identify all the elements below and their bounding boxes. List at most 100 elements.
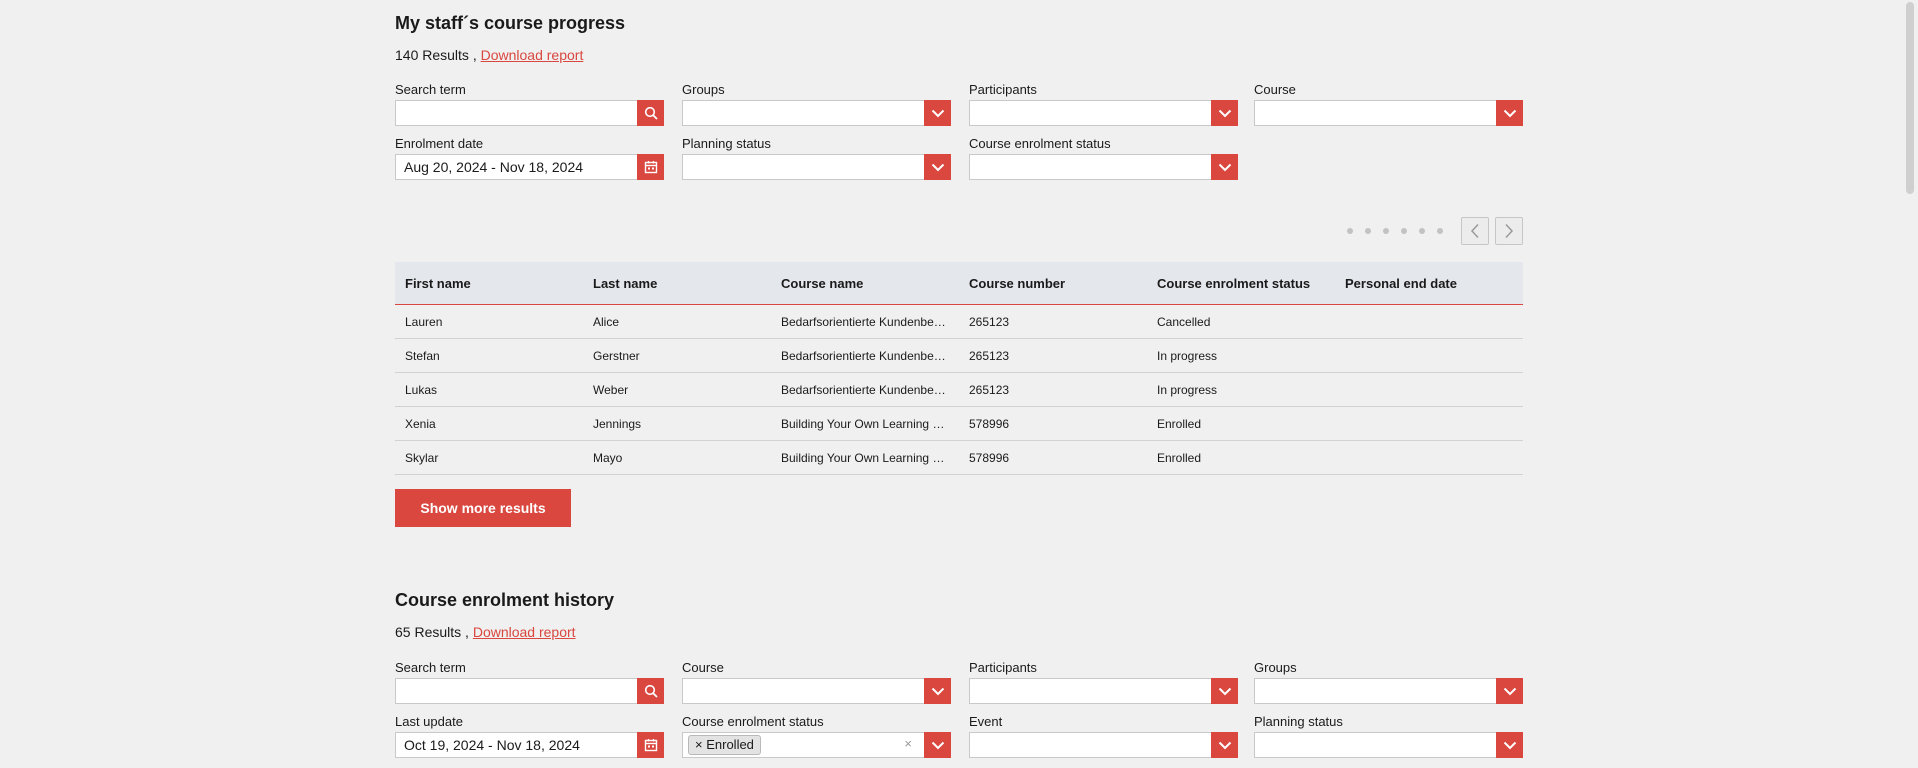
last-update-input[interactable]: Oct 19, 2024 - Nov 18, 2024 bbox=[395, 732, 664, 758]
event-label: Event bbox=[969, 714, 1003, 729]
chevron-down-icon bbox=[931, 109, 944, 117]
enrolment-date-input[interactable]: Aug 20, 2024 - Nov 18, 2024 bbox=[395, 154, 664, 180]
cell-course-number: 265123 bbox=[959, 338, 1147, 373]
page-dot[interactable] bbox=[1383, 228, 1389, 234]
column-header-course-enrolment-status[interactable]: Course enrolment status bbox=[1147, 262, 1335, 305]
calendar-button[interactable] bbox=[637, 732, 664, 758]
history-groups-select[interactable] bbox=[1254, 678, 1523, 704]
cell-enrolment-status: Cancelled bbox=[1147, 304, 1335, 339]
participants-dropdown-button[interactable] bbox=[1211, 100, 1238, 126]
cell-course-name: Building Your Own Learning Culture bbox=[771, 440, 959, 475]
page-dot[interactable] bbox=[1419, 228, 1425, 234]
chevron-left-icon bbox=[1470, 223, 1479, 239]
course-enrolment-status-dropdown-button[interactable] bbox=[1211, 154, 1238, 180]
history-participants-field: Participants bbox=[969, 660, 1238, 704]
page-dot[interactable] bbox=[1365, 228, 1371, 234]
chip-remove-icon[interactable]: × bbox=[695, 737, 703, 752]
chip-label: Enrolled bbox=[706, 737, 754, 752]
pagination bbox=[1347, 216, 1523, 246]
cell-first-name: Stefan bbox=[395, 338, 583, 373]
search-term-label: Search term bbox=[395, 660, 466, 675]
progress-course-select[interactable] bbox=[1254, 100, 1523, 126]
course-dropdown-button[interactable] bbox=[1496, 100, 1523, 126]
history-course-enrolment-status-select[interactable]: × Enrolled × bbox=[682, 732, 951, 758]
progress-planning-status-select[interactable] bbox=[682, 154, 951, 180]
history-download-report-link[interactable]: Download report bbox=[473, 624, 576, 640]
progress-search-input[interactable] bbox=[395, 100, 664, 126]
history-participants-select[interactable] bbox=[969, 678, 1238, 704]
planning-status-label: Planning status bbox=[682, 136, 771, 151]
table-row[interactable]: Stefan Gerstner Bedarfsorientierte Kunde… bbox=[395, 338, 1523, 373]
history-course-enrolment-status-field: Course enrolment status × Enrolled × bbox=[682, 714, 951, 758]
page-dot[interactable] bbox=[1347, 228, 1353, 234]
groups-dropdown-button[interactable] bbox=[1496, 678, 1523, 704]
search-button[interactable] bbox=[637, 678, 664, 704]
table-row[interactable]: Lukas Weber Bedarfsorientierte Kundenber… bbox=[395, 372, 1523, 407]
cell-first-name: Lukas bbox=[395, 372, 583, 407]
planning-status-dropdown-button[interactable] bbox=[1496, 732, 1523, 758]
planning-status-dropdown-button[interactable] bbox=[924, 154, 951, 180]
last-update-value: Oct 19, 2024 - Nov 18, 2024 bbox=[404, 737, 580, 753]
progress-course-field: Course bbox=[1254, 82, 1523, 126]
course-label: Course bbox=[1254, 82, 1296, 97]
event-dropdown-button[interactable] bbox=[1211, 732, 1238, 758]
participants-label: Participants bbox=[969, 660, 1037, 675]
cell-course-name: Bedarfsorientierte Kundenberatung bbox=[771, 372, 959, 407]
history-section-title: Course enrolment history bbox=[395, 590, 615, 610]
chevron-down-icon bbox=[931, 687, 944, 695]
enrolment-date-value: Aug 20, 2024 - Nov 18, 2024 bbox=[404, 159, 584, 175]
scrollbar-thumb[interactable] bbox=[1906, 2, 1914, 194]
chevron-down-icon bbox=[1503, 741, 1516, 749]
cell-course-name: Building Your Own Learning Culture bbox=[771, 406, 959, 441]
course-label: Course bbox=[682, 660, 724, 675]
clear-selection-icon[interactable]: × bbox=[904, 736, 912, 751]
history-results-count: 65 Results , bbox=[395, 624, 469, 640]
history-course-select[interactable] bbox=[682, 678, 951, 704]
history-results-summary: 65 Results , Download report bbox=[395, 624, 576, 640]
search-term-label: Search term bbox=[395, 82, 466, 97]
cell-enrolment-status: Enrolled bbox=[1147, 440, 1335, 475]
course-enrolment-status-label: Course enrolment status bbox=[969, 136, 1111, 151]
column-header-last-name[interactable]: Last name bbox=[583, 262, 771, 305]
course-enrolment-status-dropdown-button[interactable] bbox=[924, 732, 951, 758]
table-row[interactable]: Lauren Alice Bedarfsorientierte Kundenbe… bbox=[395, 304, 1523, 339]
chevron-down-icon bbox=[1218, 109, 1231, 117]
history-search-input[interactable] bbox=[395, 678, 664, 704]
calendar-button[interactable] bbox=[637, 154, 664, 180]
cell-course-number: 578996 bbox=[959, 440, 1147, 475]
cell-last-name: Gerstner bbox=[583, 338, 771, 373]
course-dropdown-button[interactable] bbox=[924, 678, 951, 704]
progress-course-enrolment-status-select[interactable] bbox=[969, 154, 1238, 180]
progress-groups-field: Groups bbox=[682, 82, 951, 126]
chevron-down-icon bbox=[1503, 109, 1516, 117]
column-header-course-name[interactable]: Course name bbox=[771, 262, 959, 305]
participants-dropdown-button[interactable] bbox=[1211, 678, 1238, 704]
search-button[interactable] bbox=[637, 100, 664, 126]
groups-dropdown-button[interactable] bbox=[924, 100, 951, 126]
table-row[interactable]: Xenia Jennings Building Your Own Learnin… bbox=[395, 406, 1523, 441]
progress-download-report-link[interactable]: Download report bbox=[481, 47, 584, 63]
prev-page-button[interactable] bbox=[1461, 217, 1489, 245]
page-dot[interactable] bbox=[1401, 228, 1407, 234]
progress-participants-select[interactable] bbox=[969, 100, 1238, 126]
table-row[interactable]: Skylar Mayo Building Your Own Learning C… bbox=[395, 440, 1523, 475]
cell-last-name: Jennings bbox=[583, 406, 771, 441]
history-planning-status-select[interactable] bbox=[1254, 732, 1523, 758]
progress-groups-select[interactable] bbox=[682, 100, 951, 126]
column-header-course-number[interactable]: Course number bbox=[959, 262, 1147, 305]
participants-label: Participants bbox=[969, 82, 1037, 97]
search-icon bbox=[644, 106, 658, 120]
cell-enrolment-status: In progress bbox=[1147, 338, 1335, 373]
column-header-first-name[interactable]: First name bbox=[395, 262, 583, 305]
history-event-select[interactable] bbox=[969, 732, 1238, 758]
progress-course-enrolment-status-field: Course enrolment status bbox=[969, 136, 1238, 180]
column-header-personal-end-date[interactable]: Personal end date bbox=[1335, 262, 1523, 305]
chevron-right-icon bbox=[1505, 223, 1514, 239]
vertical-scrollbar[interactable] bbox=[1901, 0, 1918, 768]
page-dot[interactable] bbox=[1437, 228, 1443, 234]
show-more-results-button[interactable]: Show more results bbox=[395, 489, 571, 527]
next-page-button[interactable] bbox=[1495, 217, 1523, 245]
cell-enrolment-status: Enrolled bbox=[1147, 406, 1335, 441]
cell-first-name: Lauren bbox=[395, 304, 583, 339]
chevron-down-icon bbox=[1218, 163, 1231, 171]
